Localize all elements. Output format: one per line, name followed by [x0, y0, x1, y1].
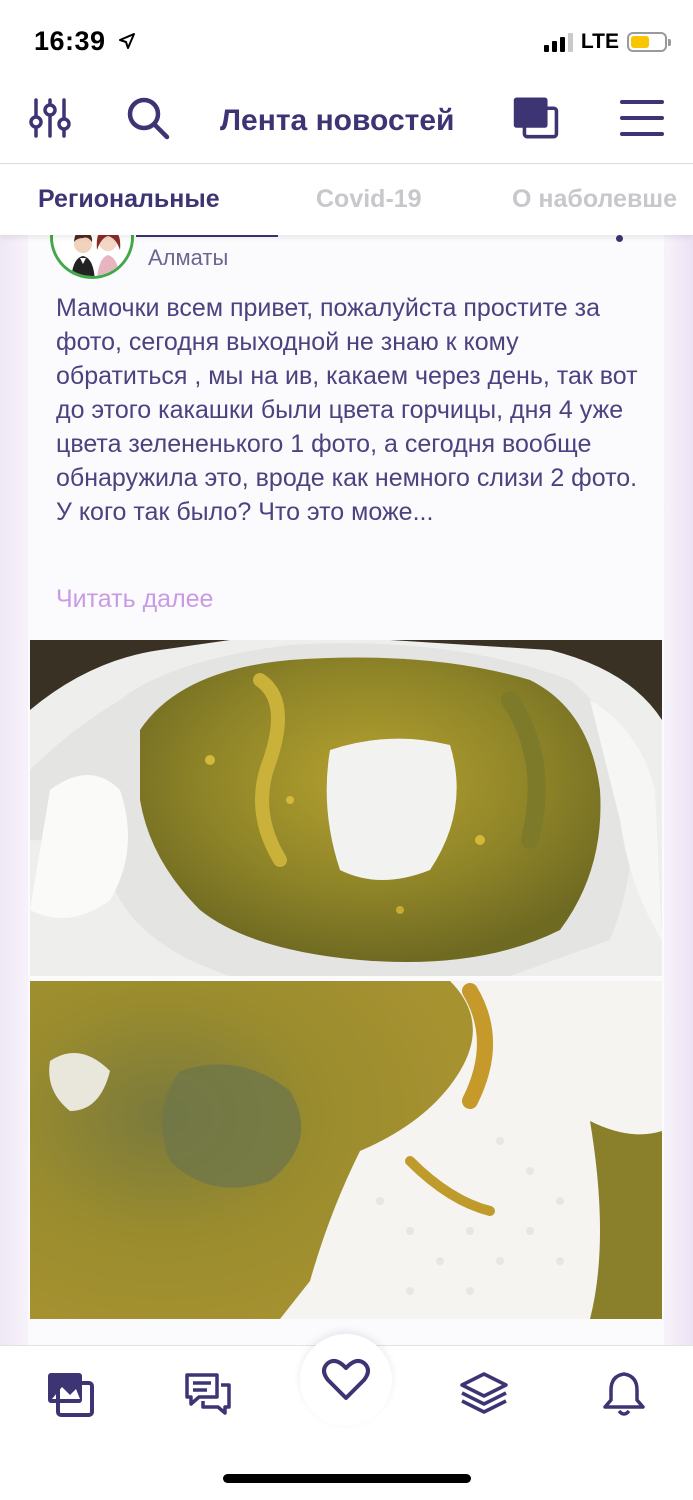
category-tabs: Региональные Covid-19 О наболевше: [0, 165, 693, 235]
heart-button[interactable]: [300, 1334, 392, 1426]
bell-icon[interactable]: [598, 1368, 650, 1420]
status-bar: 16:39 LTE: [0, 0, 693, 80]
battery-icon: [627, 32, 671, 52]
avatar[interactable]: [50, 235, 134, 279]
heart-icon: [322, 1358, 370, 1400]
more-options-icon[interactable]: [616, 235, 626, 248]
status-indicators: LTE: [543, 30, 671, 54]
home-indicator[interactable]: [223, 1474, 471, 1483]
post-text: Мамочки всем привет, пожалуйста простите…: [56, 294, 638, 526]
chat-icon[interactable]: [182, 1368, 234, 1420]
page-title: Лента новостей: [220, 104, 455, 137]
status-time: 16:39: [34, 26, 136, 57]
layers-icon[interactable]: [458, 1368, 510, 1420]
gallery-icon[interactable]: [512, 94, 560, 142]
menu-icon[interactable]: [618, 94, 666, 142]
author-city: Алматы: [148, 245, 229, 270]
app-header: Лента новостей: [0, 80, 693, 164]
author-underline: [136, 235, 278, 237]
tab-pressing[interactable]: О наболевше: [512, 185, 677, 214]
tab-covid[interactable]: Covid-19: [316, 185, 422, 214]
post-photo-2[interactable]: [30, 981, 662, 1319]
location-arrow-icon: [118, 26, 136, 57]
time-text: 16:39: [34, 26, 106, 56]
search-icon[interactable]: [124, 94, 172, 142]
tab-regional[interactable]: Региональные: [38, 185, 220, 214]
network-label: LTE: [580, 30, 619, 53]
news-feed[interactable]: Алматы Мамочки всем привет, пожалуйста п…: [0, 235, 693, 1345]
read-more-link[interactable]: Читать далее: [56, 585, 213, 614]
post-photo-1[interactable]: [30, 640, 662, 976]
signal-icon: [543, 32, 573, 52]
photos-icon[interactable]: [44, 1368, 96, 1420]
filter-icon[interactable]: [26, 94, 74, 142]
post-card: Алматы Мамочки всем привет, пожалуйста п…: [28, 235, 664, 1345]
